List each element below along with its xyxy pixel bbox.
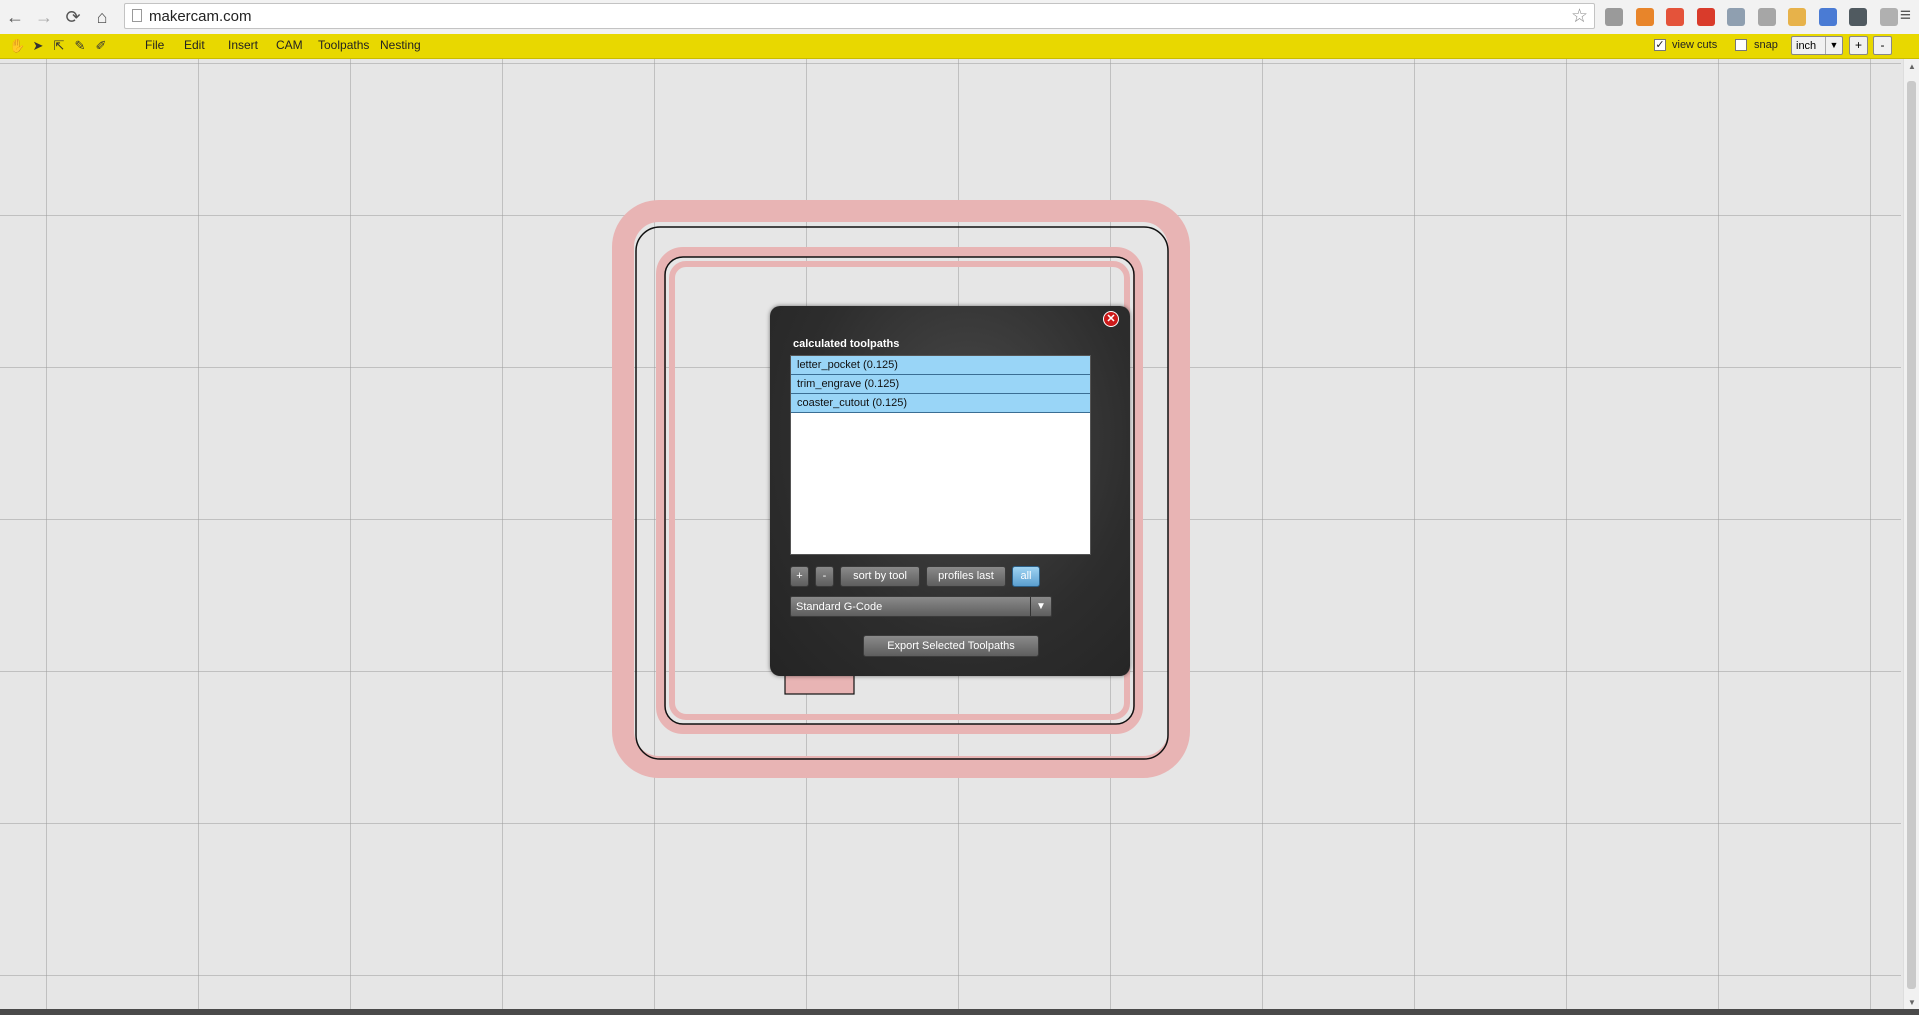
calculated-toolpaths-dialog: ✕ calculated toolpaths letter_pocket (0.… xyxy=(770,306,1130,676)
pen-tool-icon[interactable]: ✎ xyxy=(72,37,88,54)
snap-checkbox[interactable] xyxy=(1735,39,1747,51)
post-processor-value: Standard G-Code xyxy=(796,601,883,613)
zoom-out-button[interactable]: - xyxy=(1873,36,1892,55)
reload-icon[interactable]: ⟳ xyxy=(62,6,84,28)
page-icon xyxy=(132,9,142,22)
dialog-title: calculated toolpaths xyxy=(793,338,900,350)
forward-icon[interactable]: → xyxy=(33,6,55,28)
close-icon[interactable]: ✕ xyxy=(1103,311,1119,327)
view-cuts-label: view cuts xyxy=(1672,39,1718,51)
plus-extension-icon[interactable] xyxy=(1666,8,1684,26)
pie-extension-icon[interactable] xyxy=(1818,8,1837,26)
zoom-in-button[interactable]: + xyxy=(1849,36,1868,55)
profiles-last-button[interactable]: profiles last xyxy=(926,566,1006,587)
toolpath-row[interactable]: coaster_cutout (0.125) xyxy=(791,394,1090,413)
window-bottom-edge xyxy=(0,1009,1919,1015)
chevron-down-icon: ▼ xyxy=(1030,597,1051,616)
chevron-down-icon: ▼ xyxy=(1825,37,1842,54)
chart-extension-icon[interactable] xyxy=(1635,8,1654,26)
add-toolpath-button[interactable]: + xyxy=(790,566,809,587)
vertical-scrollbar[interactable]: ▲ ▼ xyxy=(1903,59,1919,1009)
dots-extension-icon[interactable] xyxy=(1757,8,1776,26)
post-processor-dropdown[interactable]: Standard G-Code ▼ xyxy=(790,596,1052,617)
grid-extension-icon[interactable] xyxy=(1727,8,1745,26)
menu-nesting[interactable]: Nesting xyxy=(380,38,421,52)
chrome-menu-icon[interactable]: ≡ xyxy=(1900,5,1911,27)
browser-toolbar: ← → ⟳ ⌂ makercam.com ☆ ≡ xyxy=(0,0,1919,35)
scroll-thumb[interactable] xyxy=(1907,81,1916,989)
pointer-tool-icon[interactable]: ➤ xyxy=(30,37,46,54)
home-icon[interactable]: ⌂ xyxy=(91,6,113,28)
menu-toolpaths[interactable]: Toolpaths xyxy=(318,38,369,52)
hand-tool-icon[interactable]: ✋ xyxy=(9,37,25,54)
menu-cam[interactable]: CAM xyxy=(276,38,303,52)
snap-label: snap xyxy=(1754,39,1778,51)
monitor-extension-icon[interactable] xyxy=(1849,8,1867,26)
node-select-tool-icon[interactable]: ⇱ xyxy=(51,37,67,54)
back-icon[interactable]: ← xyxy=(4,6,26,28)
hourglass-extension-icon[interactable] xyxy=(1605,8,1623,26)
app-toolbar: ✋ ➤ ⇱ ✎ ✐ File Edit Insert CAM Toolpaths Nesting … xyxy=(0,34,1919,59)
pencil-tool-icon[interactable]: ✐ xyxy=(93,37,109,54)
toolpath-list[interactable]: letter_pocket (0.125) trim_engrave (0.125… xyxy=(790,355,1091,555)
view-cuts-checkbox[interactable]: ✓ xyxy=(1654,39,1666,51)
scroll-up-icon[interactable]: ▲ xyxy=(1908,62,1916,71)
export-selected-toolpaths-button[interactable]: Export Selected Toolpaths xyxy=(863,635,1039,657)
toolpath-row[interactable]: letter_pocket (0.125) xyxy=(791,356,1090,375)
camera-extension-icon[interactable] xyxy=(1879,8,1898,26)
menu-edit[interactable]: Edit xyxy=(184,38,205,52)
cookie-extension-icon[interactable] xyxy=(1788,8,1806,26)
rss-extension-icon[interactable] xyxy=(1696,8,1715,26)
menu-insert[interactable]: Insert xyxy=(228,38,258,52)
toolpath-row[interactable]: trim_engrave (0.125) xyxy=(791,375,1090,394)
address-bar[interactable]: makercam.com ☆ xyxy=(124,3,1595,29)
remove-toolpath-button[interactable]: - xyxy=(815,566,834,587)
bookmark-star-icon[interactable]: ☆ xyxy=(1571,5,1588,28)
unit-value: inch xyxy=(1796,40,1817,52)
select-all-button[interactable]: all xyxy=(1012,566,1040,587)
scroll-down-icon[interactable]: ▼ xyxy=(1908,998,1916,1007)
sort-by-tool-button[interactable]: sort by tool xyxy=(840,566,920,587)
menu-file[interactable]: File xyxy=(145,38,164,52)
url-text: makercam.com xyxy=(149,8,252,25)
unit-dropdown[interactable]: inch ▼ xyxy=(1791,36,1843,55)
